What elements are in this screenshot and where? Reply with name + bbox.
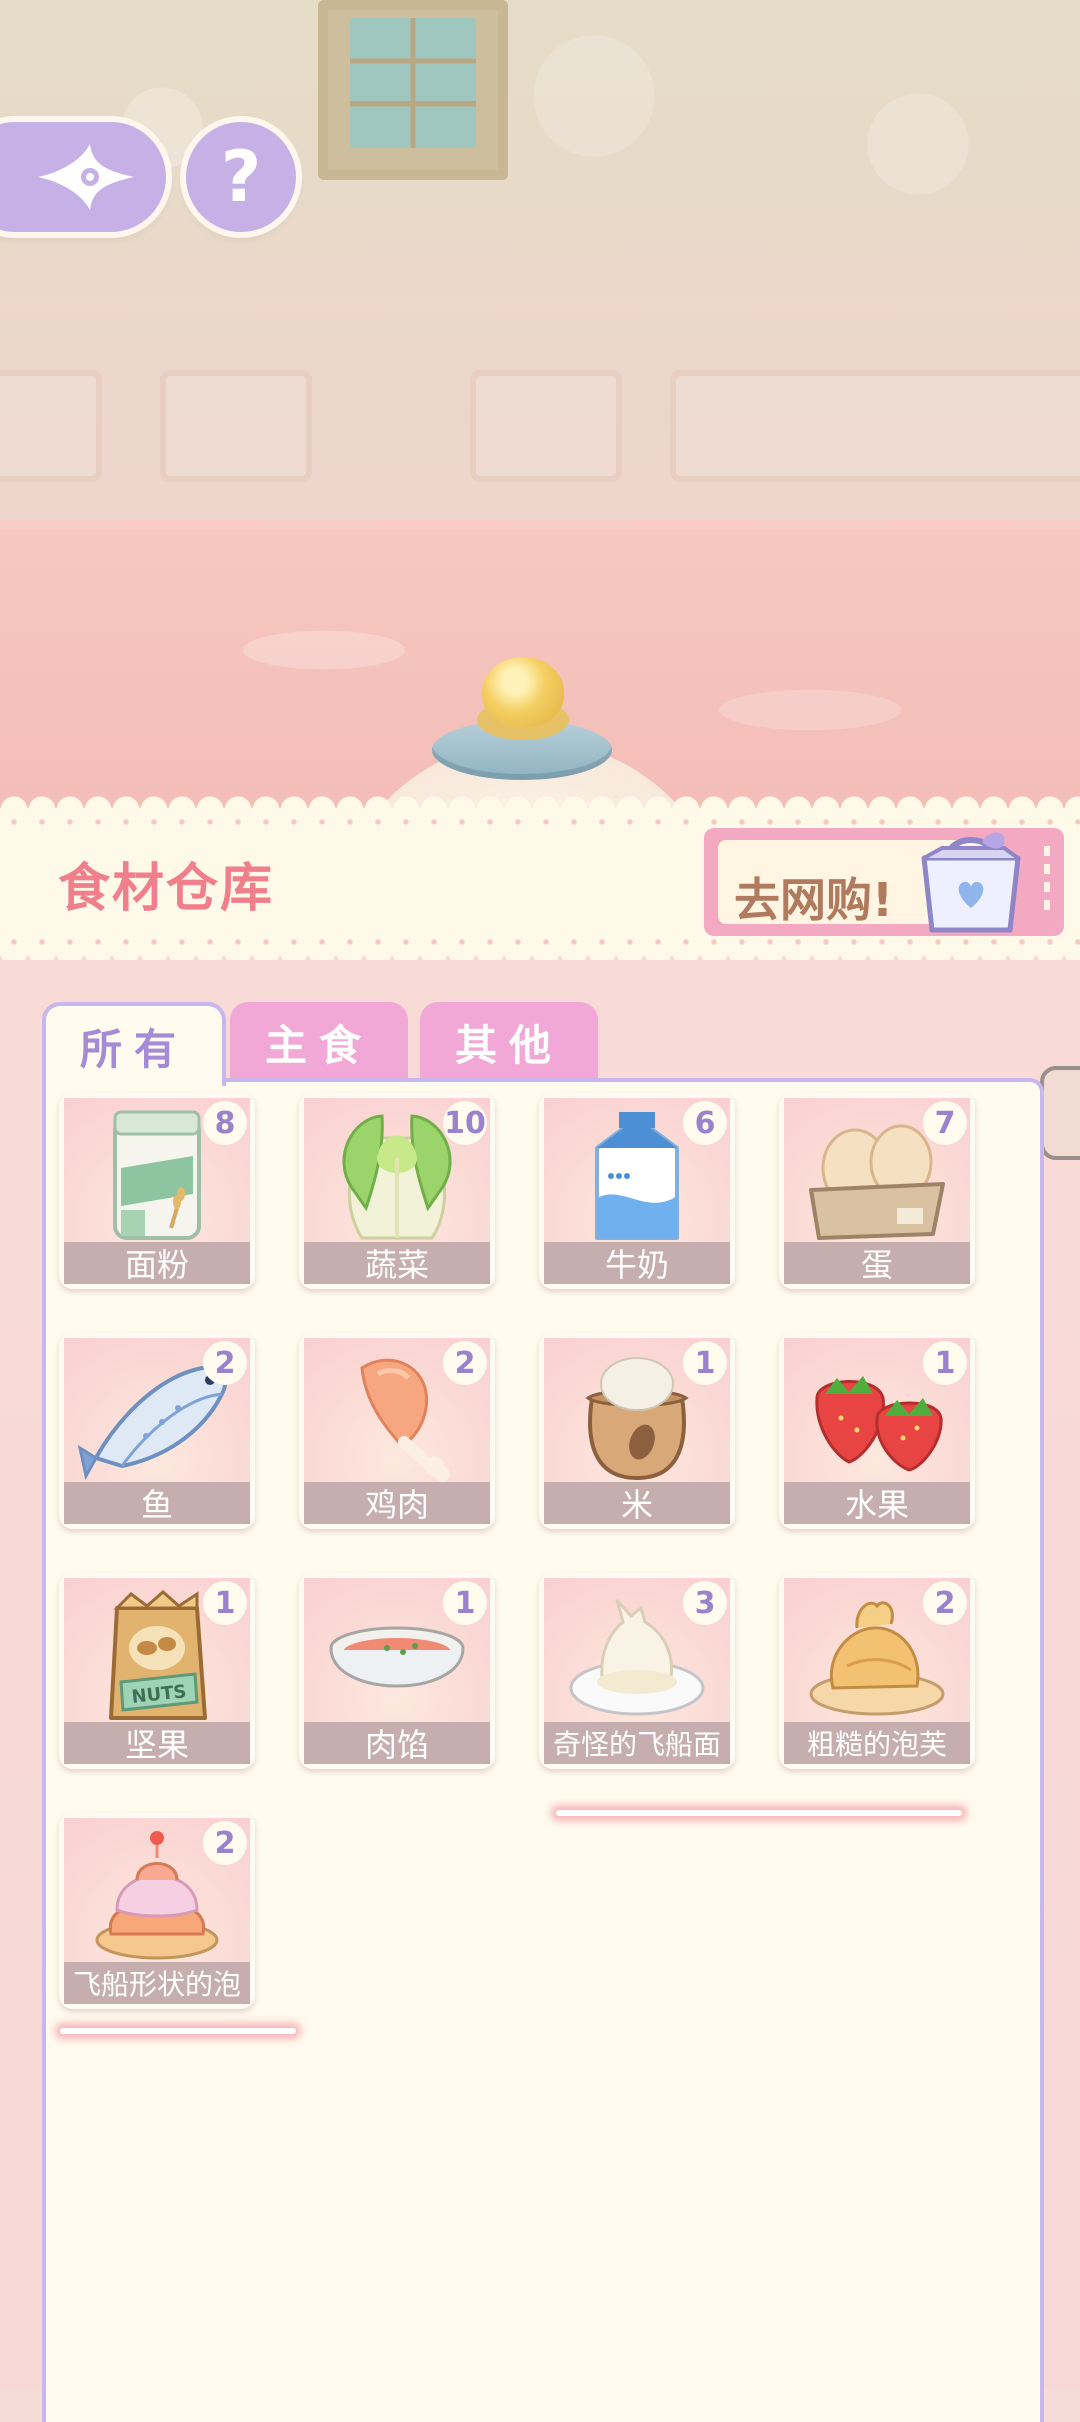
item-card-spaceship-noodle[interactable]: 3 奇怪的飞船面 [539, 1573, 735, 1769]
item-label: 牛奶 [544, 1242, 730, 1284]
item-label: 粗糙的泡芙 [784, 1722, 970, 1764]
item-count: 1 [683, 1341, 727, 1385]
back-button[interactable] [0, 122, 166, 232]
item-card-chicken[interactable]: 2 鸡肉 [299, 1333, 495, 1529]
tab-staple[interactable]: 主食 [230, 1002, 408, 1082]
cloche-knob [482, 657, 564, 727]
item-label: 面粉 [64, 1242, 250, 1284]
item-label: 蛋 [784, 1242, 970, 1284]
room-background [0, 0, 1080, 820]
tab-all[interactable]: 所有 [42, 1002, 226, 1086]
item-card-rough-puff[interactable]: 2 粗糙的泡芙 [779, 1573, 975, 1769]
item-label: 坚果 [64, 1722, 250, 1764]
wainscot-panel [0, 370, 102, 482]
item-card-milk[interactable]: 6 牛奶 [539, 1093, 735, 1289]
item-count: 1 [443, 1581, 487, 1625]
item-count: 1 [923, 1341, 967, 1385]
item-count: 1 [203, 1581, 247, 1625]
item-card-nuts[interactable]: NUTS 1 坚果 [59, 1573, 255, 1769]
item-card-spaceship-puff[interactable]: 2 飞船形状的泡 [59, 1813, 255, 2009]
item-count: 2 [923, 1581, 967, 1625]
item-count: 2 [443, 1341, 487, 1385]
shop-stripe [1044, 846, 1050, 918]
side-tab[interactable] [1040, 1066, 1080, 1160]
item-card-flour[interactable]: 8 面粉 [59, 1093, 255, 1289]
window-panes [350, 18, 476, 148]
item-count: 2 [203, 1821, 247, 1865]
item-count: 3 [683, 1581, 727, 1625]
banner-dots [0, 938, 1080, 946]
item-label: 飞船形状的泡 [64, 1962, 250, 2004]
tab-all-label: 所有 [79, 1024, 188, 1074]
highlight-underline [556, 1810, 962, 1816]
item-card-rice[interactable]: 1 米 [539, 1333, 735, 1529]
item-card-minced-meat[interactable]: 1 肉馅 [299, 1573, 495, 1769]
item-card-vegetable[interactable]: 10 蔬菜 [299, 1093, 495, 1289]
item-count: 7 [923, 1101, 967, 1145]
item-label: 肉馅 [304, 1722, 490, 1764]
wainscot-panel [670, 370, 1080, 482]
item-label: 蔬菜 [304, 1242, 490, 1284]
tab-other[interactable]: 其他 [420, 1002, 598, 1082]
item-count: 8 [203, 1101, 247, 1145]
wainscot-panel [160, 370, 312, 482]
item-card-fruit[interactable]: 1 水果 [779, 1333, 975, 1529]
item-card-fish[interactable]: 2 鱼 [59, 1333, 255, 1529]
shop-label: 去网购! [734, 873, 893, 927]
shopping-bag-icon [921, 832, 1021, 933]
sparkle-arrow-icon [38, 144, 134, 210]
page-title: 食材仓库 [58, 859, 275, 919]
wainscot-panel [470, 370, 622, 482]
go-shopping-button[interactable]: 去网购! [704, 828, 1064, 936]
item-count: 2 [203, 1341, 247, 1385]
item-count: 6 [683, 1101, 727, 1145]
item-card-egg[interactable]: 7 蛋 [779, 1093, 975, 1289]
tab-other-label: 其他 [454, 1020, 563, 1070]
item-label: 米 [544, 1482, 730, 1524]
highlight-underline [60, 2028, 296, 2034]
item-label: 奇怪的飞船面 [544, 1722, 730, 1764]
item-label: 鸡肉 [304, 1482, 490, 1524]
item-label: 水果 [784, 1482, 970, 1524]
tab-staple-label: 主食 [264, 1020, 373, 1070]
item-count: 10 [443, 1101, 487, 1145]
question-icon: ? [220, 136, 262, 218]
item-label: 鱼 [64, 1482, 250, 1524]
banner-scallop-top [0, 788, 1080, 810]
help-button[interactable]: ? [186, 122, 296, 232]
